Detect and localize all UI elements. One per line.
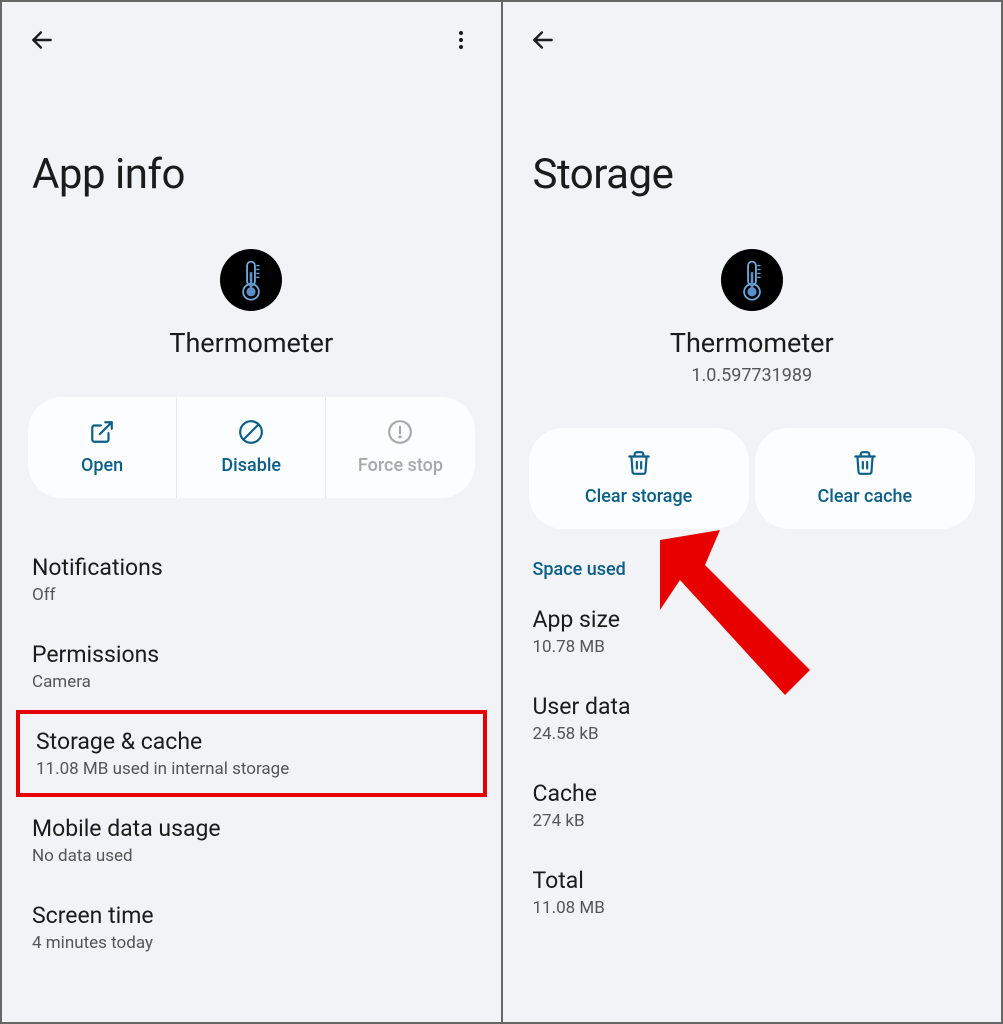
user-data-item: User data 24.58 kB [503, 675, 1002, 762]
thermometer-icon [734, 259, 770, 301]
topbar [2, 2, 501, 70]
page-title: Storage [503, 70, 1002, 229]
permissions-item[interactable]: Permissions Camera [2, 623, 501, 710]
info-value: 274 kB [533, 811, 972, 831]
info-label: App size [533, 606, 972, 633]
info-label: User data [533, 693, 972, 720]
force-stop-label: Force stop [358, 455, 443, 476]
clear-storage-button[interactable]: Clear storage [529, 428, 749, 529]
force-stop-button[interactable]: Force stop [325, 397, 474, 498]
action-buttons-row: Open Disable Force stop [28, 397, 475, 498]
info-value: 24.58 kB [533, 724, 972, 744]
disable-button[interactable]: Disable [176, 397, 325, 498]
item-title: Mobile data usage [32, 815, 471, 842]
more-vert-icon [449, 28, 473, 52]
open-label: Open [81, 455, 123, 476]
app-info-screen: App info Thermometer Open [2, 2, 503, 1022]
mobile-data-item[interactable]: Mobile data usage No data used [2, 797, 501, 884]
item-subtitle: 11.08 MB used in internal storage [36, 759, 467, 779]
item-subtitle: Off [32, 585, 471, 605]
back-arrow-icon [29, 27, 55, 53]
disable-label: Disable [221, 455, 281, 476]
total-item: Total 11.08 MB [503, 849, 1002, 936]
trash-icon [626, 450, 652, 476]
disable-icon [238, 419, 264, 445]
app-header: Thermometer 1.0.597731989 [503, 229, 1002, 406]
info-label: Total [533, 867, 972, 894]
item-title: Permissions [32, 641, 471, 668]
item-subtitle: No data used [32, 846, 471, 866]
app-header: Thermometer [2, 229, 501, 379]
item-subtitle: Camera [32, 672, 471, 692]
force-stop-icon [387, 419, 413, 445]
info-label: Cache [533, 780, 972, 807]
app-name: Thermometer [670, 327, 834, 359]
trash-icon [852, 450, 878, 476]
cache-item: Cache 274 kB [503, 762, 1002, 849]
back-arrow-icon [530, 27, 556, 53]
clear-cache-button[interactable]: Clear cache [755, 428, 975, 529]
item-subtitle: 4 minutes today [32, 933, 471, 953]
space-used-header: Space used [503, 529, 1002, 588]
app-name: Thermometer [169, 327, 333, 359]
app-icon [220, 249, 282, 311]
item-title: Screen time [32, 902, 471, 929]
storage-cache-item[interactable]: Storage & cache 11.08 MB used in interna… [16, 710, 487, 797]
info-value: 11.08 MB [533, 898, 972, 918]
notifications-item[interactable]: Notifications Off [2, 536, 501, 623]
thermometer-icon [233, 259, 269, 301]
clear-storage-label: Clear storage [585, 486, 692, 507]
info-value: 10.78 MB [533, 637, 972, 657]
open-button[interactable]: Open [28, 397, 176, 498]
back-button[interactable] [523, 20, 563, 60]
overflow-menu-button[interactable] [441, 20, 481, 60]
clear-cache-label: Clear cache [818, 486, 913, 507]
storage-screen: Storage Thermometer 1.0.597731989 [503, 2, 1002, 1022]
open-icon [89, 419, 115, 445]
storage-buttons-row: Clear storage Clear cache [529, 428, 976, 529]
screen-time-item[interactable]: Screen time 4 minutes today [2, 884, 501, 971]
topbar [503, 2, 1002, 70]
page-title: App info [2, 70, 501, 229]
item-title: Storage & cache [36, 728, 467, 755]
settings-list: Notifications Off Permissions Camera Sto… [2, 516, 501, 991]
item-title: Notifications [32, 554, 471, 581]
back-button[interactable] [22, 20, 62, 60]
app-size-item: App size 10.78 MB [503, 588, 1002, 675]
app-version: 1.0.597731989 [691, 365, 812, 386]
app-icon [721, 249, 783, 311]
